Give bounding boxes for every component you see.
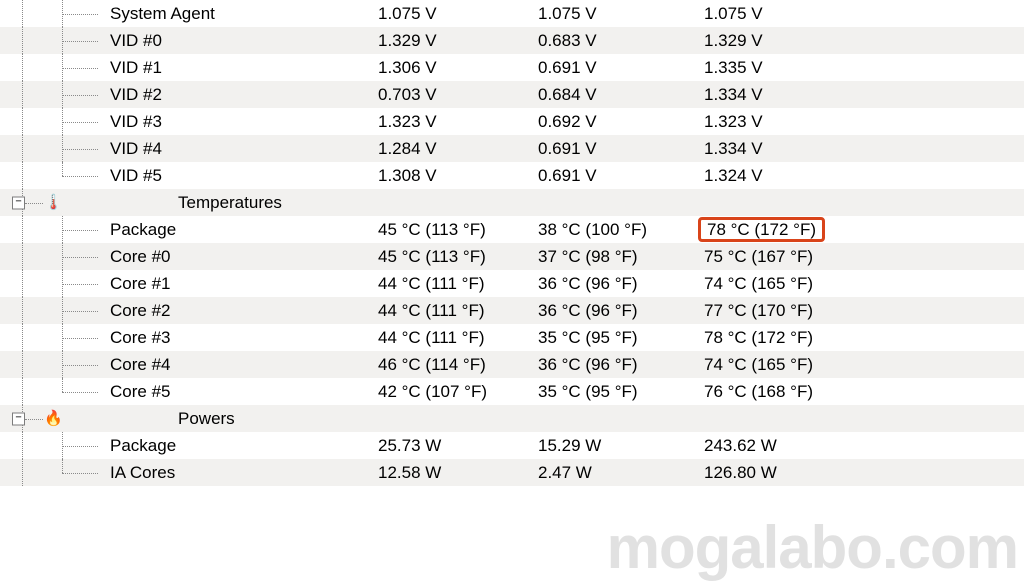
value-min: 0.691 V bbox=[538, 58, 698, 78]
value-current: 1.075 V bbox=[378, 4, 538, 24]
value-min: 35 °C (95 °F) bbox=[538, 382, 698, 402]
value-current: 45 °C (113 °F) bbox=[378, 247, 538, 267]
sensor-label: System Agent bbox=[110, 4, 378, 24]
value-min: 36 °C (96 °F) bbox=[538, 355, 698, 375]
sensor-row[interactable]: Package45 °C (113 °F)38 °C (100 °F)78 °C… bbox=[0, 216, 1024, 243]
value-current: 1.329 V bbox=[378, 31, 538, 51]
expander[interactable]: − bbox=[12, 412, 25, 425]
value-max: 74 °C (165 °F) bbox=[704, 274, 813, 293]
sensor-label: Core #3 bbox=[110, 328, 378, 348]
value-current: 1.306 V bbox=[378, 58, 538, 78]
value-min: 15.29 W bbox=[538, 436, 698, 456]
sensor-row[interactable]: IA Cores12.58 W2.47 W 126.80 W bbox=[0, 459, 1024, 486]
value-min: 0.684 V bbox=[538, 85, 698, 105]
sensor-row[interactable]: VID #20.703 V0.684 V 1.334 V bbox=[0, 81, 1024, 108]
sensor-label: IA Cores bbox=[110, 463, 378, 483]
value-current: 1.284 V bbox=[378, 139, 538, 159]
value-min: 0.691 V bbox=[538, 166, 698, 186]
sensor-label: VID #3 bbox=[110, 112, 378, 132]
value-max: 78 °C (172 °F) bbox=[704, 328, 813, 347]
value-max: 1.323 V bbox=[704, 112, 763, 131]
sensor-label: VID #4 bbox=[110, 139, 378, 159]
sensor-label: Core #1 bbox=[110, 274, 378, 294]
value-current: 12.58 W bbox=[378, 463, 538, 483]
sensor-row[interactable]: Core #542 °C (107 °F)35 °C (95 °F) 76 °C … bbox=[0, 378, 1024, 405]
sensor-row[interactable]: Core #045 °C (113 °F)37 °C (98 °F) 75 °C … bbox=[0, 243, 1024, 270]
value-max: 1.075 V bbox=[704, 4, 763, 23]
value-min: 1.075 V bbox=[538, 4, 698, 24]
sensor-row[interactable]: VID #31.323 V0.692 V1.323 V bbox=[0, 108, 1024, 135]
thermometer-icon: 🌡️ bbox=[44, 194, 62, 212]
sensor-row[interactable]: Core #144 °C (111 °F)36 °C (96 °F) 74 °C … bbox=[0, 270, 1024, 297]
value-min: 38 °C (100 °F) bbox=[538, 220, 698, 240]
value-max: 76 °C (168 °F) bbox=[704, 382, 813, 401]
sensor-row[interactable]: Core #244 °C (111 °F)36 °C (96 °F) 77 °C … bbox=[0, 297, 1024, 324]
value-min: 36 °C (96 °F) bbox=[538, 274, 698, 294]
value-max: 75 °C (167 °F) bbox=[704, 247, 813, 266]
fire-icon: 🔥 bbox=[44, 410, 62, 428]
value-max: 77 °C (170 °F) bbox=[704, 301, 813, 320]
value-max: 74 °C (165 °F) bbox=[704, 355, 813, 374]
value-min: 37 °C (98 °F) bbox=[538, 247, 698, 267]
section-label: Temperatures bbox=[110, 193, 282, 213]
sensor-label: Package bbox=[110, 220, 378, 240]
value-current: 25.73 W bbox=[378, 436, 538, 456]
sensor-label: VID #1 bbox=[110, 58, 378, 78]
section-header[interactable]: − 🔥 Powers bbox=[0, 405, 1024, 432]
sensor-label: Core #0 bbox=[110, 247, 378, 267]
sensor-row[interactable]: VID #11.306 V0.691 V 1.335 V bbox=[0, 54, 1024, 81]
sensor-label: Core #4 bbox=[110, 355, 378, 375]
value-max: 1.334 V bbox=[704, 139, 763, 158]
sensor-tree[interactable]: System Agent1.075 V1.075 V1.075 VVID #01… bbox=[0, 0, 1024, 486]
value-current: 1.308 V bbox=[378, 166, 538, 186]
value-max: 1.324 V bbox=[704, 166, 763, 185]
value-current: 1.323 V bbox=[378, 112, 538, 132]
value-current: 45 °C (113 °F) bbox=[378, 220, 538, 240]
sensor-label: Core #2 bbox=[110, 301, 378, 321]
value-current: 46 °C (114 °F) bbox=[378, 355, 538, 375]
value-min: 0.691 V bbox=[538, 139, 698, 159]
section-header[interactable]: − 🌡️ Temperatures bbox=[0, 189, 1024, 216]
value-current: 0.703 V bbox=[378, 85, 538, 105]
value-max: 1.334 V bbox=[704, 85, 763, 104]
sensor-row[interactable]: VID #41.284 V0.691 V 1.334 V bbox=[0, 135, 1024, 162]
value-current: 44 °C (111 °F) bbox=[378, 301, 538, 321]
sensor-row[interactable]: VID #51.308 V0.691 V 1.324 V bbox=[0, 162, 1024, 189]
sensor-label: Core #5 bbox=[110, 382, 378, 402]
sensor-label: VID #5 bbox=[110, 166, 378, 186]
value-max: 1.329 V bbox=[704, 31, 763, 50]
value-current: 44 °C (111 °F) bbox=[378, 328, 538, 348]
sensor-label: VID #0 bbox=[110, 31, 378, 51]
value-min: 35 °C (95 °F) bbox=[538, 328, 698, 348]
sensor-row[interactable]: System Agent1.075 V1.075 V1.075 V bbox=[0, 0, 1024, 27]
value-current: 44 °C (111 °F) bbox=[378, 274, 538, 294]
sensor-row[interactable]: Core #344 °C (111 °F)35 °C (95 °F) 78 °C … bbox=[0, 324, 1024, 351]
sensor-row[interactable]: Core #446 °C (114 °F)36 °C (96 °F) 74 °C … bbox=[0, 351, 1024, 378]
value-min: 36 °C (96 °F) bbox=[538, 301, 698, 321]
value-min: 0.683 V bbox=[538, 31, 698, 51]
sensor-label: VID #2 bbox=[110, 85, 378, 105]
value-max-highlighted: 78 °C (172 °F) bbox=[698, 217, 825, 242]
value-current: 42 °C (107 °F) bbox=[378, 382, 538, 402]
value-max: 1.335 V bbox=[704, 58, 763, 77]
value-min: 2.47 W bbox=[538, 463, 698, 483]
value-max: 126.80 W bbox=[704, 463, 777, 482]
watermark: mogalabo.com bbox=[607, 513, 1018, 582]
section-label: Powers bbox=[110, 409, 235, 429]
value-min: 0.692 V bbox=[538, 112, 698, 132]
expander[interactable]: − bbox=[12, 196, 25, 209]
sensor-label: Package bbox=[110, 436, 378, 456]
value-max: 243.62 W bbox=[704, 436, 777, 455]
sensor-row[interactable]: VID #01.329 V0.683 V1.329 V bbox=[0, 27, 1024, 54]
sensor-row[interactable]: Package25.73 W15.29 W 243.62 W bbox=[0, 432, 1024, 459]
